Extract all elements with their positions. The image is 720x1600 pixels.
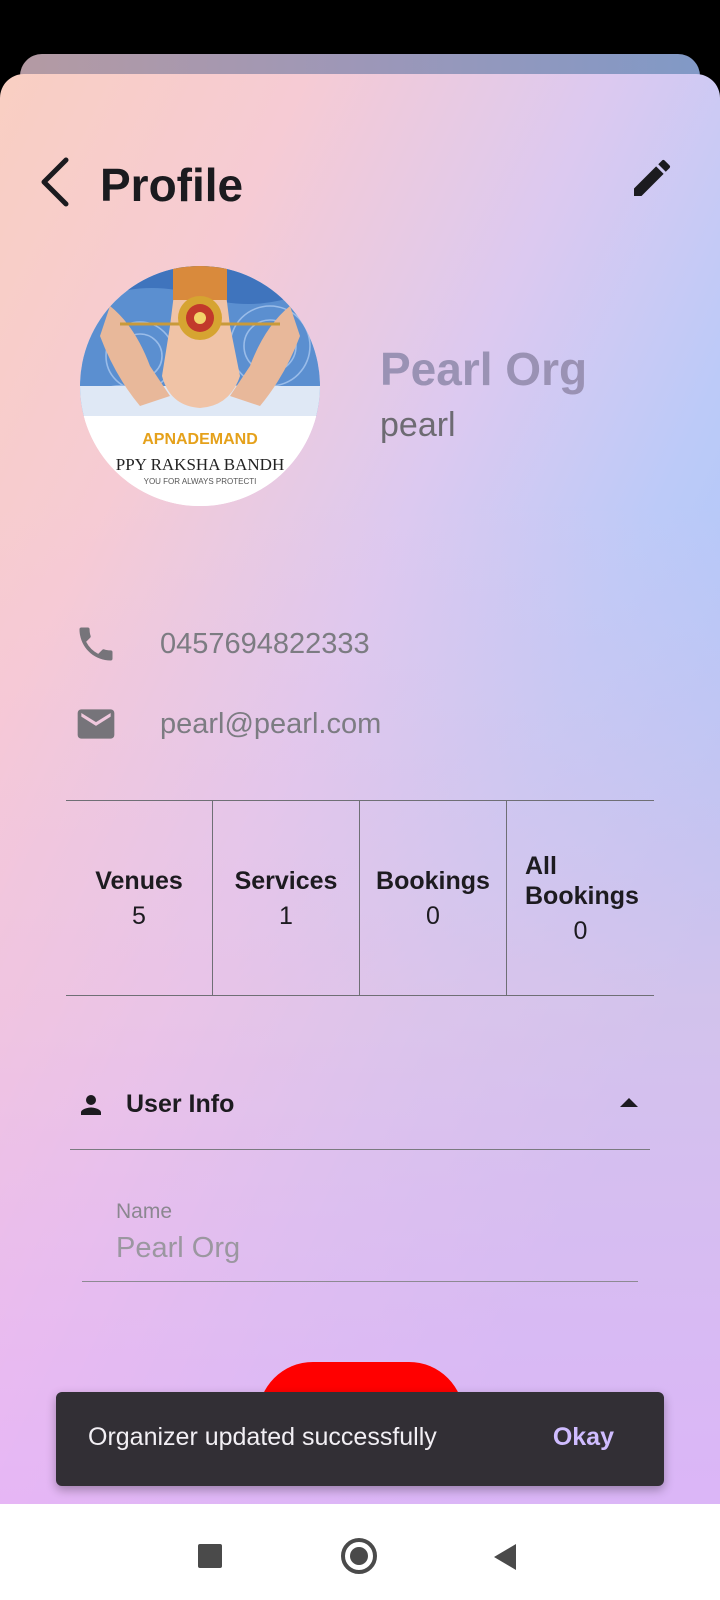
stat-all-bookings[interactable]: All Bookings 0 <box>507 801 654 995</box>
stat-label: Services <box>234 866 338 895</box>
name-field-value[interactable]: Pearl Org <box>116 1232 240 1265</box>
name-field[interactable]: Name Pearl Org <box>82 1194 638 1282</box>
name-field-label: Name <box>116 1200 173 1223</box>
stat-value: 5 <box>132 901 146 930</box>
user-info-expander[interactable]: User Info <box>70 1072 650 1150</box>
avatar-brand-text: APNADEMAND <box>142 431 258 448</box>
stat-label: All Bookings <box>525 851 639 910</box>
email-icon <box>77 709 115 739</box>
stat-value: 0 <box>426 901 440 930</box>
stat-value: 1 <box>279 901 293 930</box>
stat-venues[interactable]: Venues 5 <box>66 801 213 995</box>
user-info-title: User Info <box>126 1090 235 1118</box>
snackbar-message: Organizer updated successfully <box>88 1423 437 1451</box>
system-nav-bar <box>0 1504 720 1600</box>
page-title: Profile <box>100 159 244 211</box>
snackbar-okay-button[interactable]: Okay <box>553 1423 614 1452</box>
stat-bookings[interactable]: Bookings 0 <box>360 801 507 995</box>
avatar-image: APNADEMAND PPY RAKSHA BANDH YOU FOR ALWA… <box>80 266 320 506</box>
stat-value: 0 <box>573 916 588 945</box>
stat-label: Bookings <box>376 866 490 895</box>
organizer-name: Pearl Org <box>380 343 588 395</box>
back-arrow-icon <box>41 157 69 207</box>
avatar[interactable]: APNADEMAND PPY RAKSHA BANDH YOU FOR ALWA… <box>80 266 320 506</box>
stat-services[interactable]: Services 1 <box>213 801 360 995</box>
email-address: pearl@pearl.com <box>160 707 382 740</box>
recents-button[interactable] <box>198 1544 222 1568</box>
stat-label: Venues <box>95 866 183 895</box>
system-back-button[interactable] <box>494 1544 516 1570</box>
phone-row[interactable]: 0457694822333 <box>74 622 370 666</box>
status-bar <box>0 0 720 56</box>
phone-number: 0457694822333 <box>160 627 370 660</box>
avatar-greeting-text: PPY RAKSHA BANDH <box>116 455 284 474</box>
edit-button[interactable] <box>628 154 676 202</box>
email-row[interactable]: pearl@pearl.com <box>74 702 381 746</box>
stats-grid: Venues 5 Services 1 Bookings 0 All Booki… <box>66 800 654 996</box>
snackbar: Organizer updated successfully Okay <box>56 1392 664 1486</box>
home-button[interactable] <box>341 1538 377 1574</box>
phone-icon <box>79 627 113 661</box>
back-button[interactable] <box>36 156 80 208</box>
organizer-username: pearl <box>380 406 456 444</box>
person-icon <box>81 1095 101 1115</box>
edit-pencil-icon <box>634 159 671 196</box>
profile-sheet: Profile APNADEMAND PPY RAKSHA BANDH YOU … <box>0 74 720 1504</box>
avatar-tagline-text: YOU FOR ALWAYS PROTECTI <box>144 477 257 486</box>
caret-up-icon <box>620 1098 638 1107</box>
